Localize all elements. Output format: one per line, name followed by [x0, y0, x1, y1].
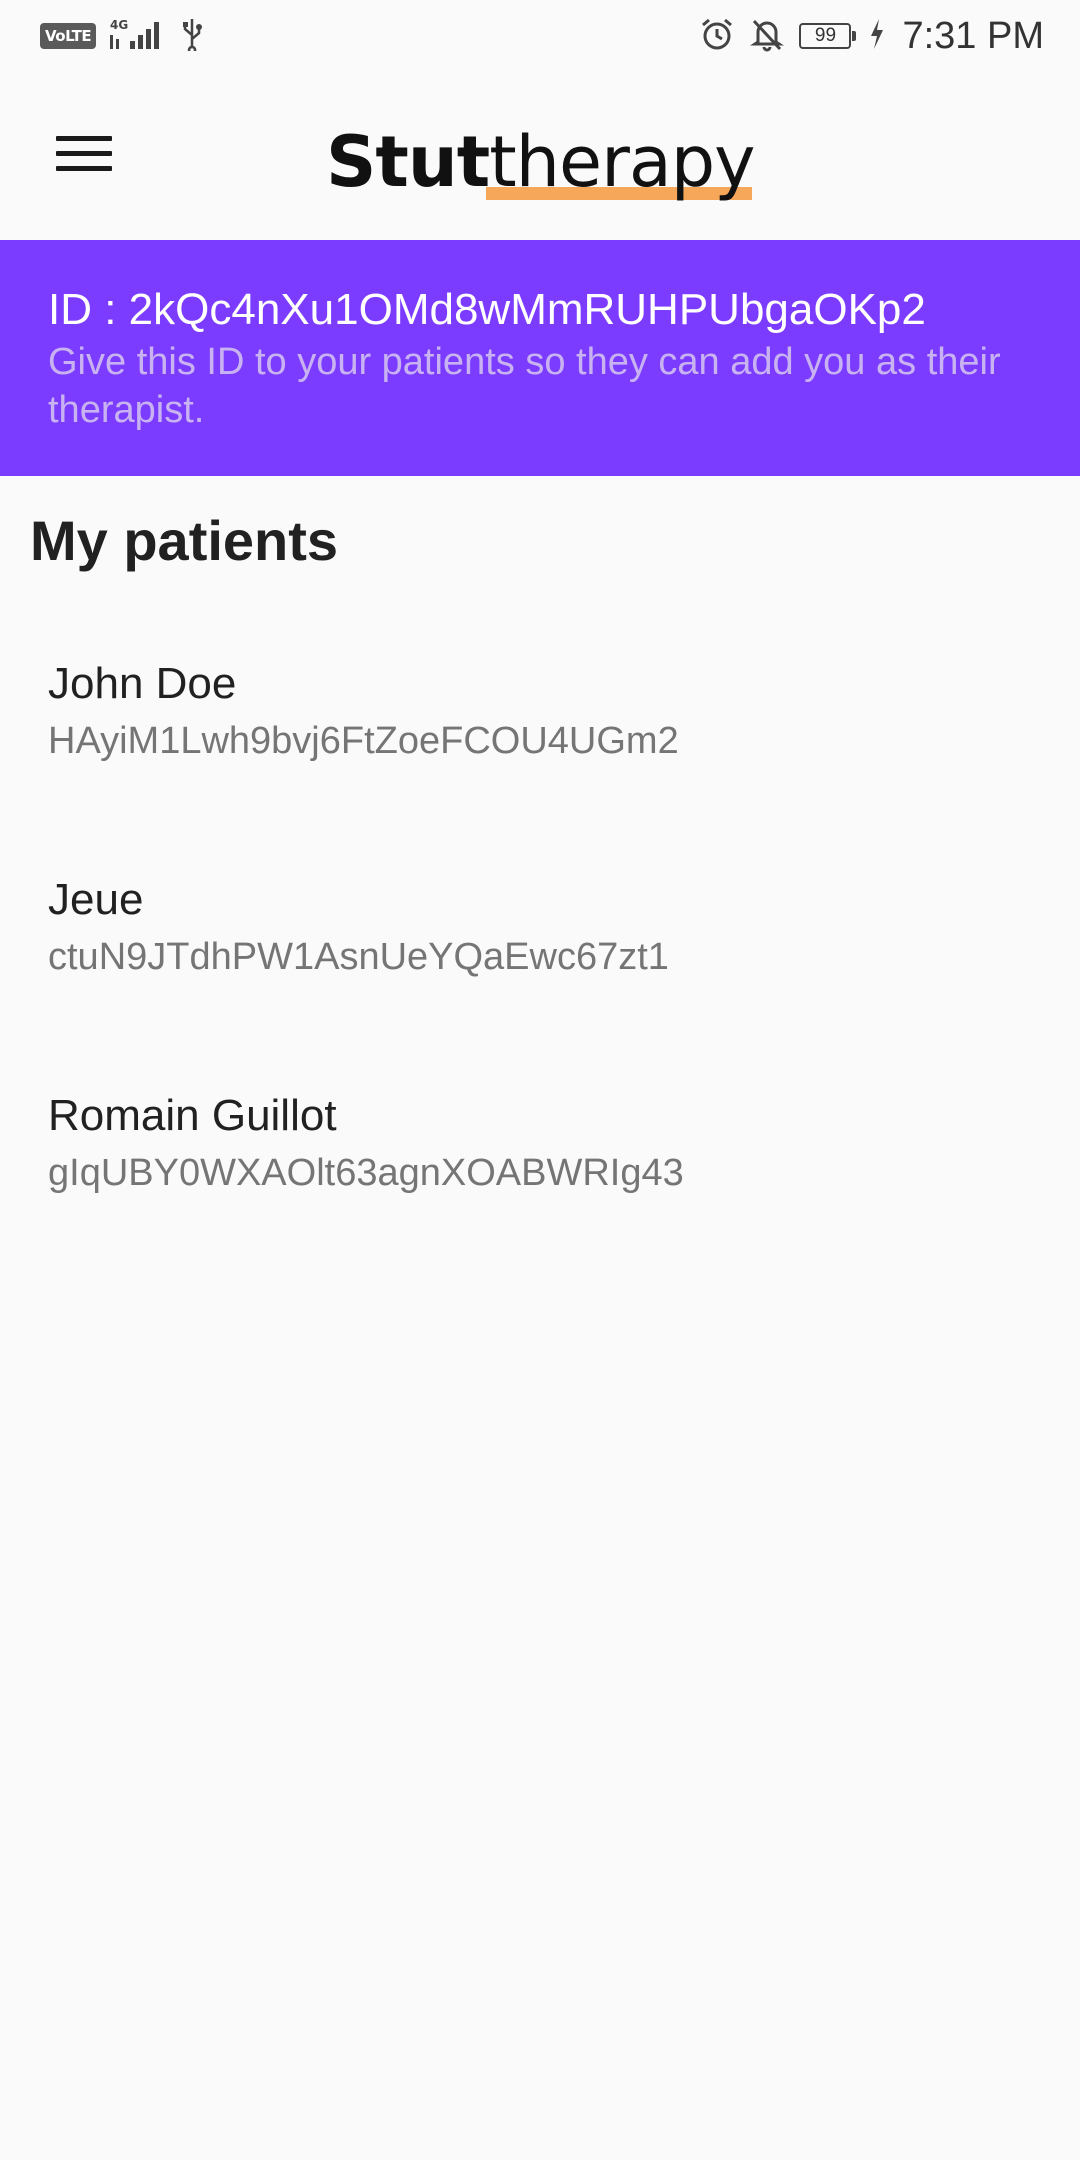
usb-icon: [180, 17, 204, 56]
patient-name: John Doe: [48, 659, 237, 708]
logo-light-text: therapy: [489, 121, 755, 203]
status-left: VoLTE 4G: [40, 17, 204, 56]
app-bar: Stuttherapy: [0, 72, 1080, 240]
clock: 7:31 PM: [902, 14, 1044, 57]
patient-name: Jeue: [48, 875, 144, 924]
list-item[interactable]: Romain Guillot gIqUBY0WXAOlt63agnXOABWRI…: [0, 1080, 1080, 1296]
battery-level: 99: [799, 23, 852, 49]
therapist-id-banner: ID : 2kQc4nXu1OMd8wMmRUHPUbgaOKp2 Give t…: [0, 240, 1080, 476]
menu-icon-line: [56, 165, 112, 171]
patient-list: John Doe HAyiM1Lwh9bvj6FtZoeFCOU4UGm2 Je…: [0, 648, 1080, 1296]
section-title: My patients: [30, 509, 339, 572]
logo-bold-text: Stut: [326, 121, 490, 203]
patient-id: ctuN9JTdhPW1AsnUeYQaEwc67zt1: [48, 936, 669, 978]
notifications-off-icon: [749, 16, 785, 57]
volte-icon: VoLTE: [40, 23, 97, 49]
app-logo: Stuttherapy: [326, 112, 756, 212]
patient-id: HAyiM1Lwh9bvj6FtZoeFCOU4UGm2: [48, 720, 679, 762]
battery-icon: 99: [799, 23, 857, 49]
patient-id: gIqUBY0WXAOlt63agnXOABWRIg43: [48, 1152, 684, 1194]
patient-name: Romain Guillot: [48, 1091, 337, 1140]
network-type-label: 4G: [110, 18, 128, 32]
list-item[interactable]: John Doe HAyiM1Lwh9bvj6FtZoeFCOU4UGm2: [0, 648, 1080, 864]
charging-icon: [870, 18, 884, 54]
menu-icon-line: [56, 135, 112, 141]
menu-button[interactable]: [40, 120, 126, 186]
list-item[interactable]: Jeue ctuN9JTdhPW1AsnUeYQaEwc67zt1: [0, 864, 1080, 1080]
therapist-id: ID : 2kQc4nXu1OMd8wMmRUHPUbgaOKp2: [48, 285, 926, 334]
signal-icon: 4G: [110, 17, 166, 56]
therapist-id-description: Give this ID to your patients so they ca…: [48, 341, 1001, 431]
alarm-icon: [699, 16, 735, 57]
status-bar: VoLTE 4G 99 7:31 PM: [0, 0, 1080, 72]
status-right: 99 7:31 PM: [699, 15, 1044, 58]
menu-icon-line: [56, 150, 112, 156]
